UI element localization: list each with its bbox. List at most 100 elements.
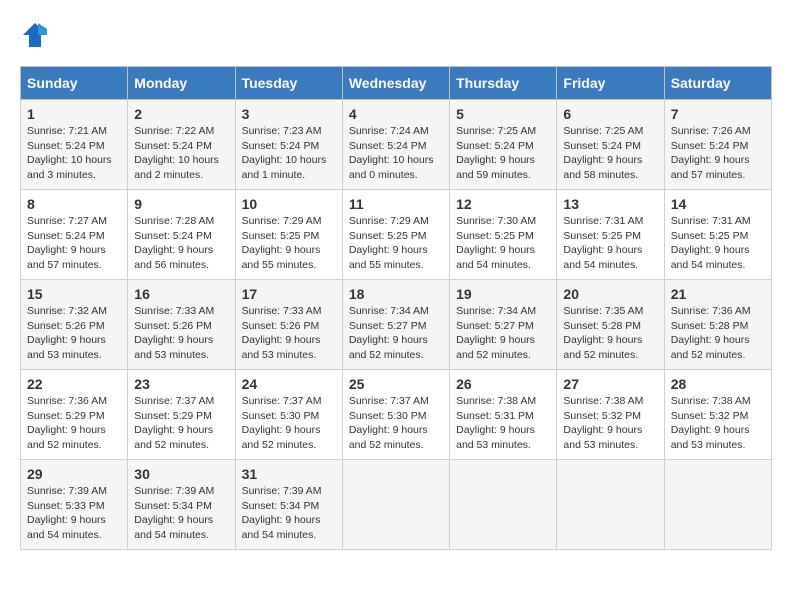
calendar-cell: 14 Sunrise: 7:31 AM Sunset: 5:25 PM Dayl… [664, 190, 771, 280]
calendar-week-2: 8 Sunrise: 7:27 AM Sunset: 5:24 PM Dayli… [21, 190, 772, 280]
day-number: 3 [242, 106, 336, 122]
day-info: Sunrise: 7:29 AM Sunset: 5:25 PM Dayligh… [349, 214, 443, 273]
logo [20, 20, 54, 50]
calendar-cell: 26 Sunrise: 7:38 AM Sunset: 5:31 PM Dayl… [450, 370, 557, 460]
day-info: Sunrise: 7:29 AM Sunset: 5:25 PM Dayligh… [242, 214, 336, 273]
day-info: Sunrise: 7:32 AM Sunset: 5:26 PM Dayligh… [27, 304, 121, 363]
logo-icon [20, 20, 50, 50]
day-number: 12 [456, 196, 550, 212]
day-info: Sunrise: 7:25 AM Sunset: 5:24 PM Dayligh… [563, 124, 657, 183]
calendar-cell: 27 Sunrise: 7:38 AM Sunset: 5:32 PM Dayl… [557, 370, 664, 460]
day-number: 23 [134, 376, 228, 392]
day-number: 1 [27, 106, 121, 122]
day-info: Sunrise: 7:31 AM Sunset: 5:25 PM Dayligh… [563, 214, 657, 273]
header-tuesday: Tuesday [235, 67, 342, 100]
calendar-cell: 22 Sunrise: 7:36 AM Sunset: 5:29 PM Dayl… [21, 370, 128, 460]
calendar-cell: 9 Sunrise: 7:28 AM Sunset: 5:24 PM Dayli… [128, 190, 235, 280]
day-info: Sunrise: 7:33 AM Sunset: 5:26 PM Dayligh… [134, 304, 228, 363]
day-number: 7 [671, 106, 765, 122]
calendar-cell [664, 460, 771, 550]
day-info: Sunrise: 7:38 AM Sunset: 5:31 PM Dayligh… [456, 394, 550, 453]
calendar-cell: 10 Sunrise: 7:29 AM Sunset: 5:25 PM Dayl… [235, 190, 342, 280]
calendar-cell: 5 Sunrise: 7:25 AM Sunset: 5:24 PM Dayli… [450, 100, 557, 190]
day-info: Sunrise: 7:24 AM Sunset: 5:24 PM Dayligh… [349, 124, 443, 183]
day-info: Sunrise: 7:37 AM Sunset: 5:30 PM Dayligh… [242, 394, 336, 453]
calendar-week-5: 29 Sunrise: 7:39 AM Sunset: 5:33 PM Dayl… [21, 460, 772, 550]
day-number: 8 [27, 196, 121, 212]
calendar-cell: 16 Sunrise: 7:33 AM Sunset: 5:26 PM Dayl… [128, 280, 235, 370]
calendar-cell: 21 Sunrise: 7:36 AM Sunset: 5:28 PM Dayl… [664, 280, 771, 370]
calendar-cell: 23 Sunrise: 7:37 AM Sunset: 5:29 PM Dayl… [128, 370, 235, 460]
calendar-cell: 8 Sunrise: 7:27 AM Sunset: 5:24 PM Dayli… [21, 190, 128, 280]
calendar-cell: 2 Sunrise: 7:22 AM Sunset: 5:24 PM Dayli… [128, 100, 235, 190]
day-info: Sunrise: 7:31 AM Sunset: 5:25 PM Dayligh… [671, 214, 765, 273]
day-number: 22 [27, 376, 121, 392]
day-number: 2 [134, 106, 228, 122]
day-number: 30 [134, 466, 228, 482]
calendar-cell [342, 460, 449, 550]
day-number: 11 [349, 196, 443, 212]
day-info: Sunrise: 7:23 AM Sunset: 5:24 PM Dayligh… [242, 124, 336, 183]
day-number: 26 [456, 376, 550, 392]
day-number: 16 [134, 286, 228, 302]
calendar-header-row: SundayMondayTuesdayWednesdayThursdayFrid… [21, 67, 772, 100]
calendar-cell: 12 Sunrise: 7:30 AM Sunset: 5:25 PM Dayl… [450, 190, 557, 280]
day-number: 14 [671, 196, 765, 212]
calendar-cell: 24 Sunrise: 7:37 AM Sunset: 5:30 PM Dayl… [235, 370, 342, 460]
calendar-cell: 6 Sunrise: 7:25 AM Sunset: 5:24 PM Dayli… [557, 100, 664, 190]
day-number: 25 [349, 376, 443, 392]
day-info: Sunrise: 7:38 AM Sunset: 5:32 PM Dayligh… [671, 394, 765, 453]
calendar-week-3: 15 Sunrise: 7:32 AM Sunset: 5:26 PM Dayl… [21, 280, 772, 370]
day-info: Sunrise: 7:21 AM Sunset: 5:24 PM Dayligh… [27, 124, 121, 183]
day-info: Sunrise: 7:25 AM Sunset: 5:24 PM Dayligh… [456, 124, 550, 183]
day-number: 24 [242, 376, 336, 392]
calendar-cell [557, 460, 664, 550]
day-number: 27 [563, 376, 657, 392]
calendar-cell: 11 Sunrise: 7:29 AM Sunset: 5:25 PM Dayl… [342, 190, 449, 280]
day-number: 20 [563, 286, 657, 302]
day-number: 29 [27, 466, 121, 482]
calendar-cell: 25 Sunrise: 7:37 AM Sunset: 5:30 PM Dayl… [342, 370, 449, 460]
calendar-cell: 31 Sunrise: 7:39 AM Sunset: 5:34 PM Dayl… [235, 460, 342, 550]
calendar-cell [450, 460, 557, 550]
day-info: Sunrise: 7:33 AM Sunset: 5:26 PM Dayligh… [242, 304, 336, 363]
calendar-cell: 19 Sunrise: 7:34 AM Sunset: 5:27 PM Dayl… [450, 280, 557, 370]
calendar-cell: 28 Sunrise: 7:38 AM Sunset: 5:32 PM Dayl… [664, 370, 771, 460]
day-info: Sunrise: 7:28 AM Sunset: 5:24 PM Dayligh… [134, 214, 228, 273]
calendar-cell: 17 Sunrise: 7:33 AM Sunset: 5:26 PM Dayl… [235, 280, 342, 370]
day-info: Sunrise: 7:38 AM Sunset: 5:32 PM Dayligh… [563, 394, 657, 453]
day-number: 5 [456, 106, 550, 122]
calendar-cell: 15 Sunrise: 7:32 AM Sunset: 5:26 PM Dayl… [21, 280, 128, 370]
calendar-cell: 18 Sunrise: 7:34 AM Sunset: 5:27 PM Dayl… [342, 280, 449, 370]
day-number: 31 [242, 466, 336, 482]
day-info: Sunrise: 7:34 AM Sunset: 5:27 PM Dayligh… [456, 304, 550, 363]
calendar-cell: 20 Sunrise: 7:35 AM Sunset: 5:28 PM Dayl… [557, 280, 664, 370]
calendar-cell: 3 Sunrise: 7:23 AM Sunset: 5:24 PM Dayli… [235, 100, 342, 190]
day-info: Sunrise: 7:34 AM Sunset: 5:27 PM Dayligh… [349, 304, 443, 363]
calendar-week-4: 22 Sunrise: 7:36 AM Sunset: 5:29 PM Dayl… [21, 370, 772, 460]
calendar-cell: 4 Sunrise: 7:24 AM Sunset: 5:24 PM Dayli… [342, 100, 449, 190]
day-info: Sunrise: 7:35 AM Sunset: 5:28 PM Dayligh… [563, 304, 657, 363]
calendar-cell: 29 Sunrise: 7:39 AM Sunset: 5:33 PM Dayl… [21, 460, 128, 550]
calendar-cell: 1 Sunrise: 7:21 AM Sunset: 5:24 PM Dayli… [21, 100, 128, 190]
day-number: 9 [134, 196, 228, 212]
calendar-table: SundayMondayTuesdayWednesdayThursdayFrid… [20, 66, 772, 550]
calendar-week-1: 1 Sunrise: 7:21 AM Sunset: 5:24 PM Dayli… [21, 100, 772, 190]
day-info: Sunrise: 7:22 AM Sunset: 5:24 PM Dayligh… [134, 124, 228, 183]
day-info: Sunrise: 7:39 AM Sunset: 5:34 PM Dayligh… [134, 484, 228, 543]
day-number: 17 [242, 286, 336, 302]
day-number: 19 [456, 286, 550, 302]
calendar-cell: 30 Sunrise: 7:39 AM Sunset: 5:34 PM Dayl… [128, 460, 235, 550]
day-info: Sunrise: 7:26 AM Sunset: 5:24 PM Dayligh… [671, 124, 765, 183]
day-number: 13 [563, 196, 657, 212]
day-number: 18 [349, 286, 443, 302]
day-info: Sunrise: 7:36 AM Sunset: 5:29 PM Dayligh… [27, 394, 121, 453]
day-info: Sunrise: 7:27 AM Sunset: 5:24 PM Dayligh… [27, 214, 121, 273]
day-number: 28 [671, 376, 765, 392]
header-saturday: Saturday [664, 67, 771, 100]
day-info: Sunrise: 7:30 AM Sunset: 5:25 PM Dayligh… [456, 214, 550, 273]
day-info: Sunrise: 7:39 AM Sunset: 5:33 PM Dayligh… [27, 484, 121, 543]
day-number: 6 [563, 106, 657, 122]
calendar-cell: 13 Sunrise: 7:31 AM Sunset: 5:25 PM Dayl… [557, 190, 664, 280]
calendar-cell: 7 Sunrise: 7:26 AM Sunset: 5:24 PM Dayli… [664, 100, 771, 190]
